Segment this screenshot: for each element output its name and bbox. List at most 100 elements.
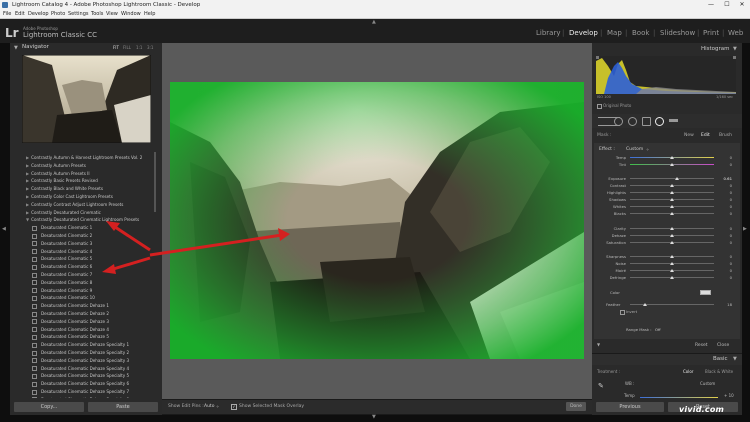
preset-item[interactable]: Desaturated Cinematic Dehaze Specialty 7: [32, 389, 129, 395]
menu-file[interactable]: File: [3, 10, 11, 18]
slider-knob[interactable]: [670, 156, 674, 159]
module-library[interactable]: Library: [536, 29, 560, 37]
slider-track[interactable]: [630, 178, 714, 179]
effect-select[interactable]: Custom: [626, 147, 643, 152]
preset-item[interactable]: Desaturated Cinematic 2: [32, 233, 92, 239]
menu-window[interactable]: Window: [121, 10, 141, 18]
feather-slider-knob[interactable]: [643, 303, 648, 306]
slider-knob[interactable]: [670, 163, 674, 166]
module-print[interactable]: Print: [703, 29, 719, 37]
slider-knob[interactable]: [670, 205, 674, 208]
collapse-triangle-icon[interactable]: ▼: [26, 217, 29, 222]
edit-pins-dropdown-icon[interactable]: ÷: [216, 404, 219, 409]
treatment-bw-option[interactable]: Black & White: [705, 369, 733, 374]
preset-group[interactable]: ▶ Contrastly Autumn & Harvest Lightroom P…: [26, 155, 142, 160]
red-eye-icon[interactable]: [628, 117, 637, 126]
adjustment-brush-icon[interactable]: [669, 119, 678, 122]
preset-item[interactable]: Desaturated Cinematic Dehaze Specialty 1: [32, 342, 129, 348]
right-panel-toggle-icon[interactable]: ▶: [743, 226, 747, 232]
wb-select[interactable]: Custom: [700, 381, 715, 386]
preset-item[interactable]: Desaturated Cinematic Dehaze 1: [32, 303, 109, 309]
module-develop[interactable]: Develop: [569, 29, 598, 37]
preset-item[interactable]: Desaturated Cinematic 4: [32, 249, 92, 255]
preset-group[interactable]: ▶ Contrastly Basic Presets Revised: [26, 178, 98, 183]
expand-triangle-icon[interactable]: ▶: [26, 194, 29, 199]
module-book[interactable]: Book: [632, 29, 649, 37]
expand-triangle-icon[interactable]: ▶: [26, 163, 29, 168]
preset-item[interactable]: Desaturated Cinematic Dehaze Specialty 4: [32, 366, 129, 372]
nav-zoom-fit[interactable]: FIT: [113, 45, 119, 50]
original-photo-checkbox[interactable]: [597, 104, 602, 109]
preset-group[interactable]: ▶ Contrastly Contrast Adjust Lightroom Pr…: [26, 202, 123, 207]
previous-button[interactable]: Previous: [596, 402, 664, 412]
menu-help[interactable]: Help: [144, 10, 155, 18]
mask-reset-button[interactable]: Reset: [695, 343, 708, 348]
expand-triangle-icon[interactable]: ▶: [26, 171, 29, 176]
preset-item[interactable]: Desaturated Cinematic Dehaze 2: [32, 311, 109, 317]
preset-item[interactable]: Desaturated Cinematic Dehaze Specialty 2: [32, 350, 129, 356]
expand-triangle-icon[interactable]: ▶: [26, 202, 29, 207]
preset-item[interactable]: Desaturated Cinematic Dehaze Specialty 8: [32, 397, 129, 398]
spot-removal-icon[interactable]: [614, 117, 623, 126]
basic-temp-slider[interactable]: [640, 397, 718, 398]
slider-knob[interactable]: [670, 276, 674, 279]
navigator-thumbnail[interactable]: [22, 55, 151, 143]
preset-item[interactable]: Desaturated Cinematic 5: [32, 256, 92, 262]
preset-item[interactable]: Desaturated Cinematic Dehaze Specialty 3: [32, 358, 129, 364]
eyedropper-icon[interactable]: ✎: [598, 382, 606, 390]
preset-item[interactable]: Desaturated Cinematic 8: [32, 280, 92, 286]
edit-pins-select[interactable]: Auto: [204, 404, 214, 409]
nav-zoom-1-1[interactable]: 1:1: [136, 45, 142, 50]
graduated-filter-icon[interactable]: [642, 117, 651, 126]
menu-develop[interactable]: Develop: [28, 10, 49, 18]
slider-knob[interactable]: [670, 191, 674, 194]
menu-tools[interactable]: Tools: [91, 10, 103, 18]
presets-scrollbar[interactable]: [154, 152, 156, 212]
mask-brush-option[interactable]: Brush: [719, 133, 732, 138]
navigator-collapse-icon[interactable]: ▼: [14, 45, 18, 51]
close-window-button[interactable]: ✕: [734, 0, 750, 10]
preset-item[interactable]: Desaturated Cinematic 7: [32, 272, 92, 278]
mask-edit-option[interactable]: Edit: [701, 133, 710, 138]
slider-knob[interactable]: [670, 241, 674, 244]
overlay-checkbox[interactable]: ✓: [231, 404, 237, 410]
mask-new-option[interactable]: New: [684, 133, 694, 138]
effect-dropdown-icon[interactable]: ÷: [646, 147, 649, 152]
menu-edit[interactable]: Edit: [15, 10, 25, 18]
slider-knob[interactable]: [670, 198, 674, 201]
module-map[interactable]: Map: [607, 29, 622, 37]
copy-button[interactable]: Copy...: [14, 402, 84, 412]
preset-item[interactable]: Desaturated Cinematic 1: [32, 225, 92, 231]
preset-item[interactable]: Desaturated Cinematic Dehaze 4: [32, 327, 109, 333]
bottom-panel-toggle-icon[interactable]: ▼: [372, 414, 376, 420]
slider-knob[interactable]: [670, 234, 674, 237]
expand-triangle-icon[interactable]: ▶: [26, 186, 29, 191]
menu-settings[interactable]: Settings: [68, 10, 89, 18]
slider-knob[interactable]: [670, 184, 674, 187]
panel-collapse-icon[interactable]: ▼: [597, 342, 600, 347]
basic-collapse-icon[interactable]: ▼: [733, 356, 737, 362]
preset-item[interactable]: Desaturated Cinematic Dehaze 3: [32, 319, 109, 325]
preset-group[interactable]: ▶ Contrastly Autumn Presets II: [26, 171, 90, 176]
preset-group[interactable]: ▶ Contrastly Color Cast Lightroom Presets: [26, 194, 113, 199]
color-swatch[interactable]: [700, 290, 711, 295]
radial-filter-icon[interactable]: [655, 117, 664, 126]
menu-view[interactable]: View: [106, 10, 118, 18]
slider-knob[interactable]: [670, 262, 674, 265]
expand-triangle-icon[interactable]: ▶: [26, 178, 29, 183]
preset-item[interactable]: Desaturated Cinematic 3: [32, 241, 92, 247]
maximize-button[interactable]: ☐: [719, 0, 735, 10]
slider-knob[interactable]: [675, 177, 680, 180]
menu-photo[interactable]: Photo: [51, 10, 65, 18]
slider-knob[interactable]: [670, 255, 674, 258]
invert-checkbox[interactable]: [620, 310, 625, 315]
nav-zoom-3-1[interactable]: 3:1: [147, 45, 153, 50]
treatment-color-option[interactable]: Color: [683, 369, 693, 374]
slider-knob[interactable]: [670, 227, 674, 230]
preset-item[interactable]: Desaturated Cinematic Dehaze Specialty 6: [32, 381, 129, 387]
slider-knob[interactable]: [670, 269, 674, 272]
done-button[interactable]: Done: [566, 402, 586, 411]
minimize-button[interactable]: —: [703, 0, 719, 10]
module-slideshow[interactable]: Slideshow: [660, 29, 695, 37]
mask-close-button[interactable]: Close: [717, 343, 729, 348]
